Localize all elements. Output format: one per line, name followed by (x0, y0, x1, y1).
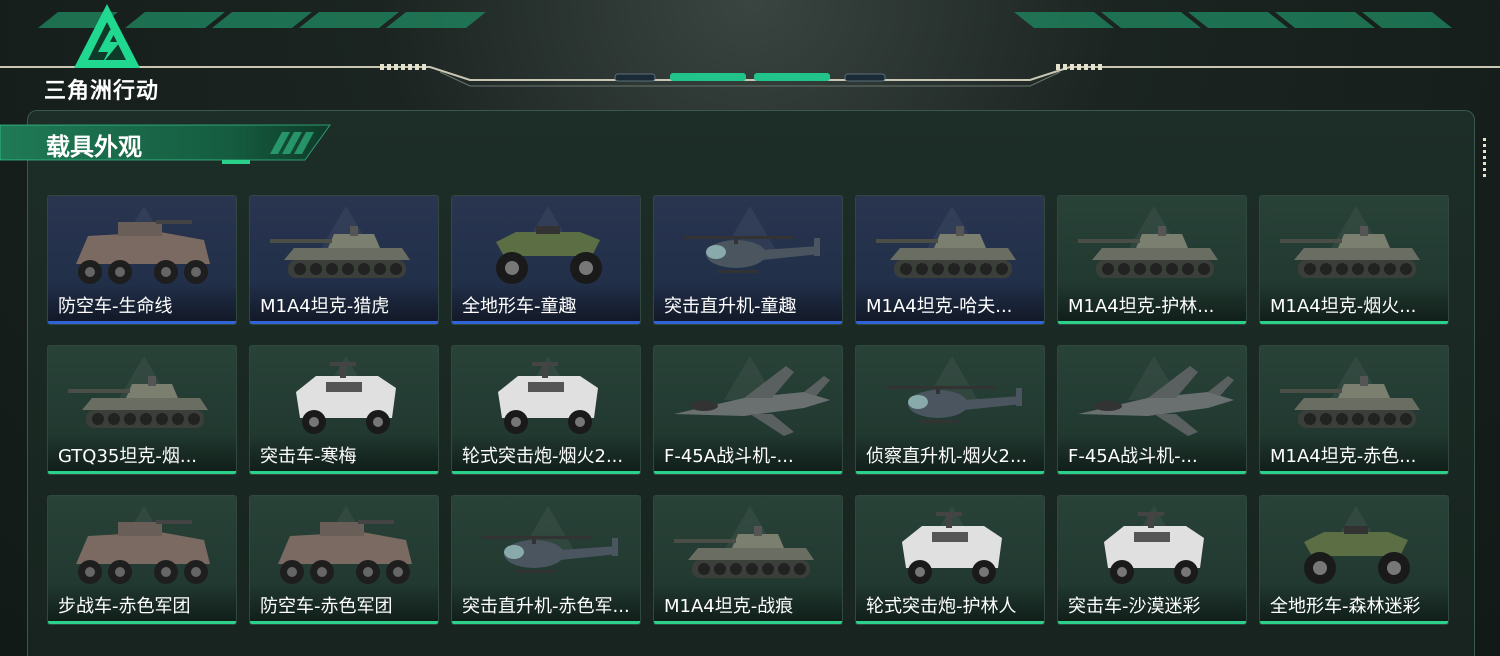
vehicle-name: GTQ35坦克-烟... (58, 446, 198, 467)
vehicle-name: M1A4坦克-护林... (1068, 296, 1215, 317)
rarity-bar (1260, 621, 1448, 624)
vehicle-name: 侦察直升机-烟火2... (866, 446, 1028, 467)
vehicle-name: 全地形车-童趣 (462, 296, 577, 317)
vehicle-name: F-45A战斗机-... (664, 446, 794, 467)
rarity-bar (250, 621, 438, 624)
vehicle-card[interactable]: M1A4坦克-烟火... (1259, 195, 1449, 325)
rarity-bar (1058, 471, 1246, 474)
vehicle-card[interactable]: 防空车-赤色军团 (249, 495, 439, 625)
rarity-bar (250, 321, 438, 324)
vehicle-card[interactable]: 突击车-寒梅 (249, 345, 439, 475)
vehicle-name: 全地形车-森林迷彩 (1270, 596, 1421, 617)
vehicle-name: M1A4坦克-烟火... (1270, 296, 1417, 317)
vehicle-name: 防空车-赤色军团 (260, 596, 393, 617)
rarity-bar (1058, 621, 1246, 624)
rarity-bar (1260, 471, 1448, 474)
vehicle-card[interactable]: 突击直升机-童趣 (653, 195, 843, 325)
vehicle-name: 轮式突击炮-护林人 (866, 596, 1017, 617)
vehicle-card[interactable]: 突击车-沙漠迷彩 (1057, 495, 1247, 625)
vehicle-card[interactable]: M1A4坦克-赤色... (1259, 345, 1449, 475)
rarity-bar (856, 621, 1044, 624)
vehicle-card[interactable]: 步战车-赤色军团 (47, 495, 237, 625)
rarity-bar (1058, 321, 1246, 324)
rarity-bar (250, 471, 438, 474)
vehicle-name: 突击车-沙漠迷彩 (1068, 596, 1201, 617)
rarity-bar (856, 471, 1044, 474)
rarity-bar (452, 621, 640, 624)
rarity-bar (654, 621, 842, 624)
vehicle-name: M1A4坦克-猎虎 (260, 296, 390, 317)
vehicle-name: 步战车-赤色军团 (58, 596, 191, 617)
section-title: 载具外观 (46, 133, 142, 161)
vehicle-name: M1A4坦克-战痕 (664, 596, 794, 617)
vehicle-name: M1A4坦克-赤色... (1270, 446, 1417, 467)
vehicle-card[interactable]: 侦察直升机-烟火2... (855, 345, 1045, 475)
rarity-bar (48, 621, 236, 624)
vehicle-card[interactable]: M1A4坦克-战痕 (653, 495, 843, 625)
vehicle-card[interactable]: M1A4坦克-猎虎 (249, 195, 439, 325)
rarity-bar (452, 471, 640, 474)
vehicle-card[interactable]: F-45A战斗机-... (1057, 345, 1247, 475)
vehicle-name: 突击直升机-童趣 (664, 296, 797, 317)
vehicle-card[interactable]: GTQ35坦克-烟... (47, 345, 237, 475)
vehicle-name: 防空车-生命线 (58, 296, 173, 317)
vehicle-name: 轮式突击炮-烟火2... (462, 446, 624, 467)
vehicle-card[interactable]: 突击直升机-赤色军... (451, 495, 641, 625)
rarity-bar (654, 321, 842, 324)
rarity-bar (452, 321, 640, 324)
vehicle-name: 突击车-寒梅 (260, 446, 357, 467)
vehicle-card[interactable]: 全地形车-森林迷彩 (1259, 495, 1449, 625)
rarity-bar (1260, 321, 1448, 324)
vehicle-card[interactable]: 轮式突击炮-护林人 (855, 495, 1045, 625)
rarity-bar (48, 471, 236, 474)
vehicle-card[interactable]: M1A4坦克-护林... (1057, 195, 1247, 325)
vehicle-name: F-45A战斗机-... (1068, 446, 1198, 467)
vehicle-name: M1A4坦克-哈夫... (866, 296, 1013, 317)
header-frame (0, 12, 1500, 87)
rarity-bar (856, 321, 1044, 324)
scroll-indicator[interactable] (1483, 138, 1486, 180)
vehicle-card[interactable]: F-45A战斗机-... (653, 345, 843, 475)
vehicle-card[interactable]: M1A4坦克-哈夫... (855, 195, 1045, 325)
vehicle-card[interactable]: 防空车-生命线 (47, 195, 237, 325)
vehicle-card[interactable]: 轮式突击炮-烟火2... (451, 345, 641, 475)
vehicle-card[interactable]: 全地形车-童趣 (451, 195, 641, 325)
rarity-bar (654, 471, 842, 474)
logo-text: 三角洲行动 (44, 79, 160, 104)
rarity-bar (48, 321, 236, 324)
vehicle-name: 突击直升机-赤色军... (462, 596, 630, 617)
